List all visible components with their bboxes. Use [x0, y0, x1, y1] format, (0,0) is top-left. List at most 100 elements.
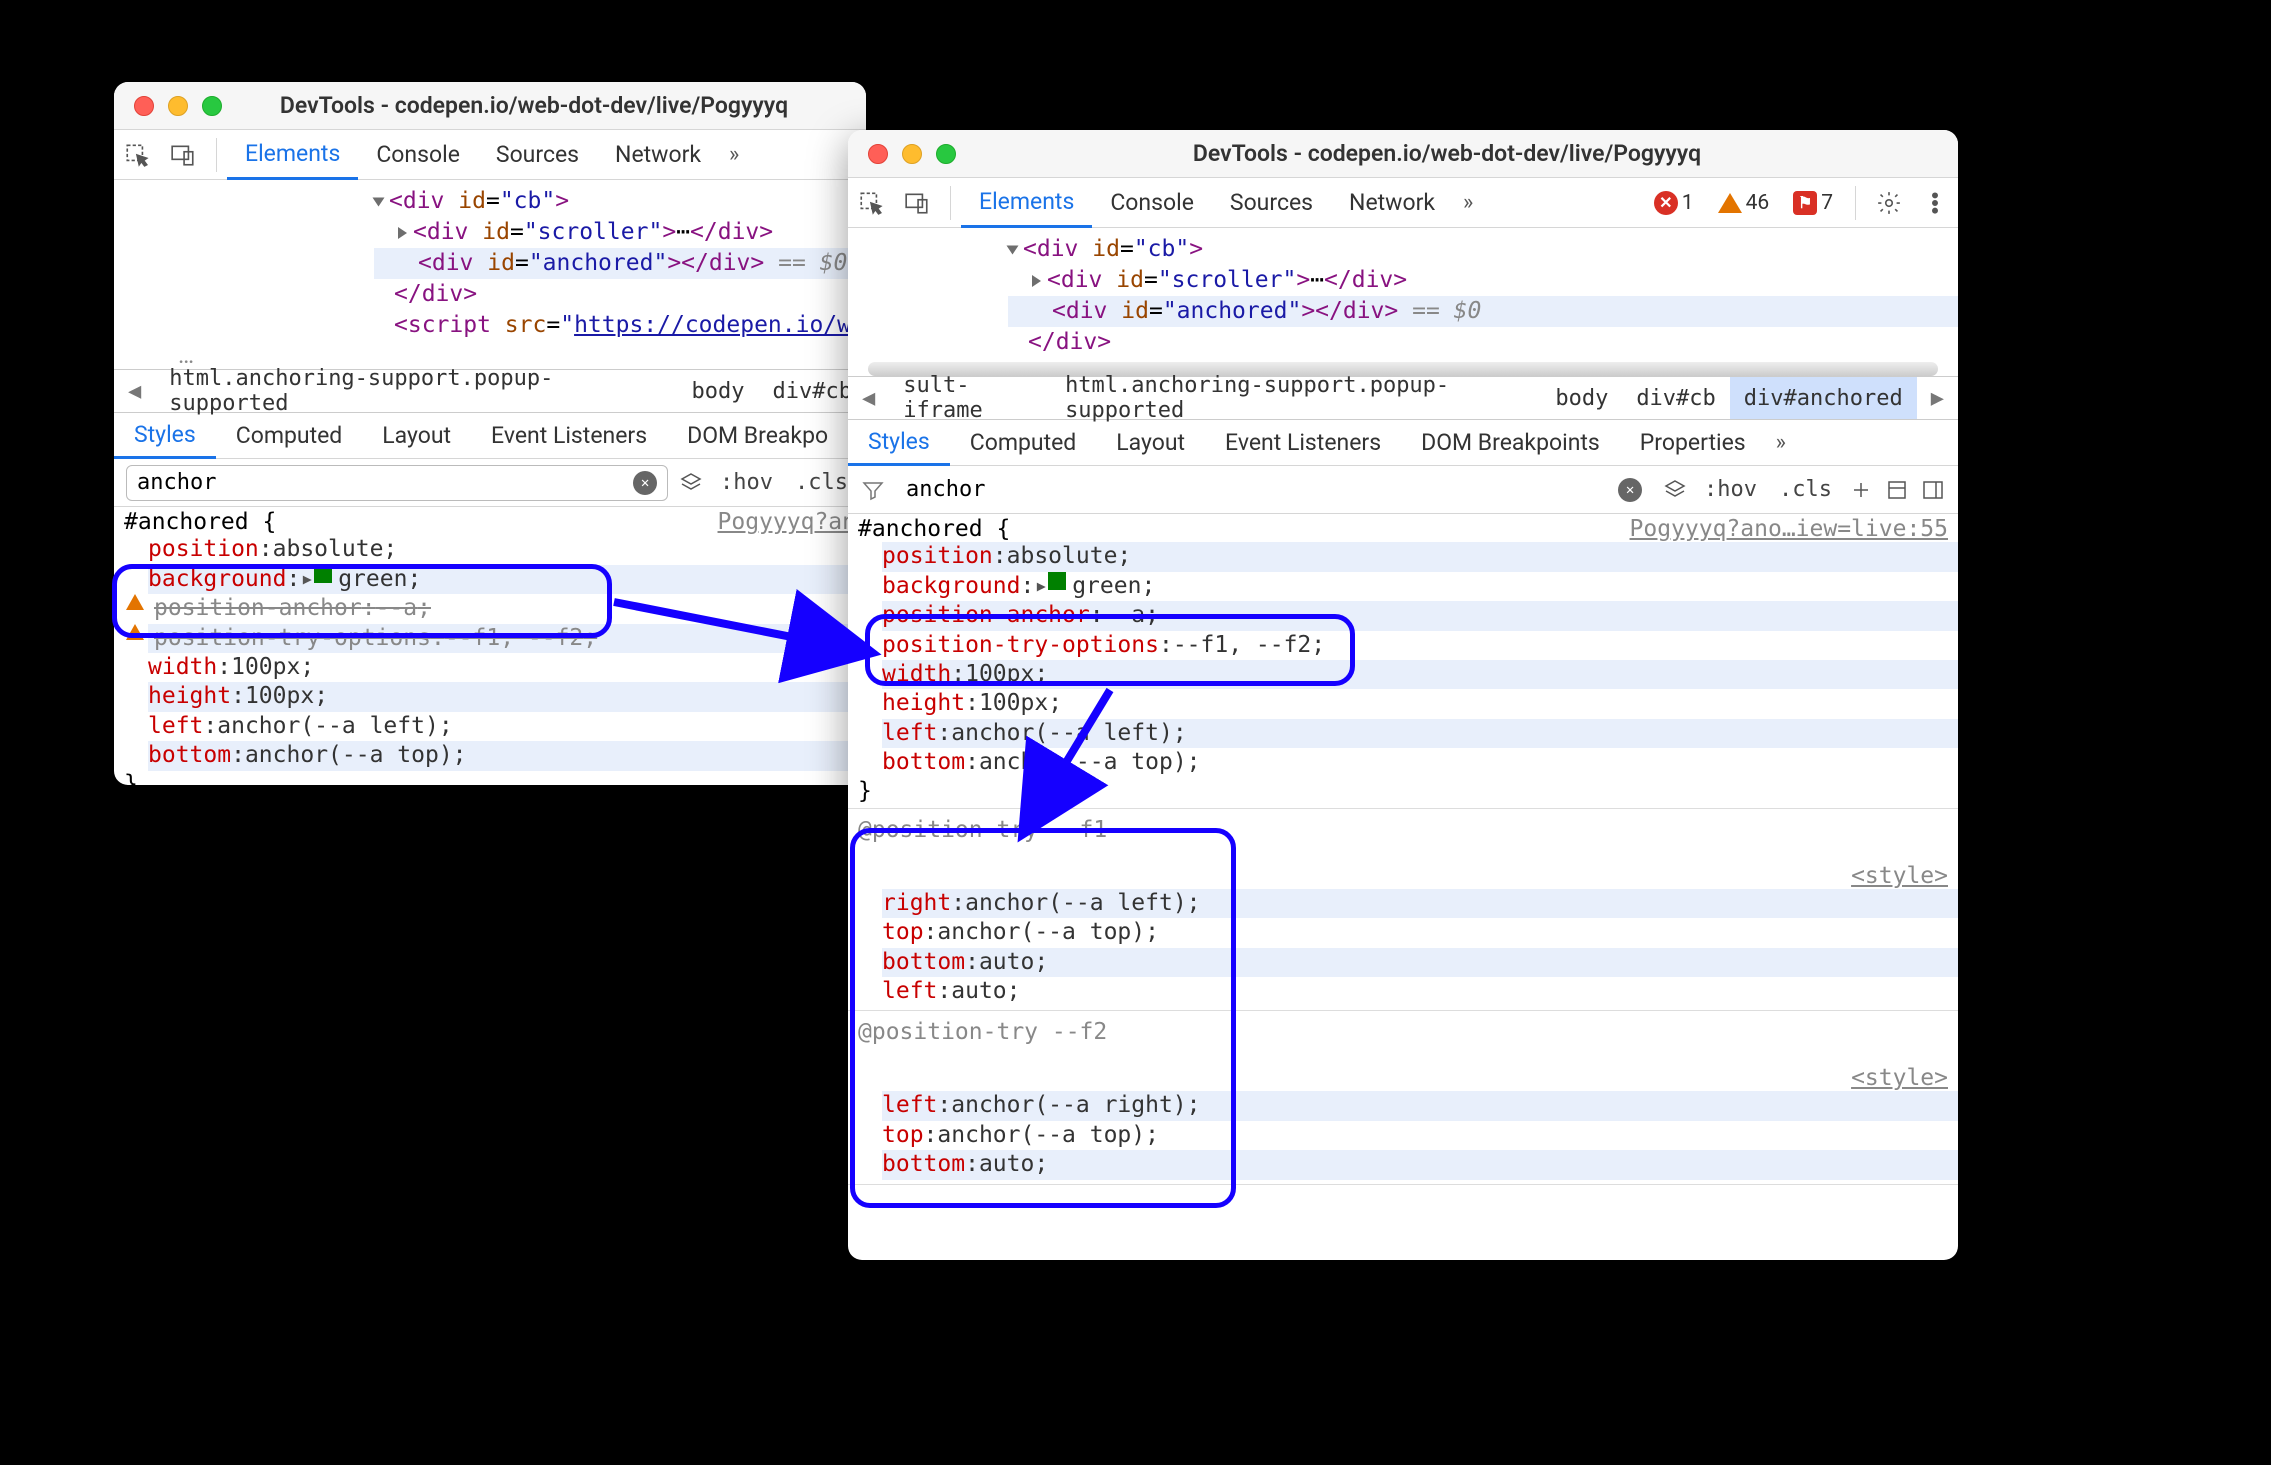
device-toggle-icon[interactable] [168, 140, 198, 170]
style-declaration[interactable]: left: anchor(--a left); [148, 712, 866, 741]
dom-tree[interactable]: <div id="cb"> <div id="scroller">⋯</div>… [114, 180, 866, 341]
subtab-properties[interactable]: Properties [1620, 420, 1766, 465]
crumb-left-icon[interactable]: ◀ [848, 386, 889, 411]
color-swatch[interactable] [314, 565, 332, 583]
tab-network[interactable]: Network [1331, 178, 1453, 227]
computed-panel-icon[interactable] [1884, 477, 1910, 503]
window-title: DevTools - codepen.io/web-dot-dev/live/P… [956, 140, 1938, 167]
style-declaration[interactable]: bottom: auto; [882, 948, 1958, 977]
kebab-icon[interactable] [1920, 188, 1950, 218]
subtab-dom-breakpoints[interactable]: DOM Breakpoints [1401, 420, 1620, 465]
layers-icon[interactable] [678, 470, 704, 496]
tab-console[interactable]: Console [358, 130, 478, 179]
clear-filter-icon[interactable]: ✕ [633, 471, 657, 495]
status-info[interactable]: ⚑7 [1781, 191, 1845, 215]
new-rule-icon[interactable] [1848, 477, 1874, 503]
layers-icon[interactable] [1662, 477, 1688, 503]
selector-label[interactable]: #anchored { [858, 516, 1010, 542]
subtab-event-listeners[interactable]: Event Listeners [1205, 420, 1401, 465]
at-rule-header[interactable]: @position-try --f2 [848, 1011, 1958, 1063]
style-tag-link[interactable]: <style> [1851, 1065, 1948, 1091]
crumb-body[interactable]: body [678, 370, 759, 412]
style-declaration[interactable]: top: anchor(--a top); [882, 918, 1958, 947]
window-title: DevTools - codepen.io/web-dot-dev/live/P… [222, 92, 846, 119]
titlebar: DevTools - codepen.io/web-dot-dev/live/P… [848, 130, 1958, 178]
gear-icon[interactable] [1874, 188, 1904, 218]
more-tabs-icon[interactable]: » [719, 142, 749, 167]
more-subtabs-icon[interactable]: » [1766, 430, 1796, 455]
tab-network[interactable]: Network [597, 130, 719, 179]
subtab-styles[interactable]: Styles [848, 421, 950, 466]
style-declaration[interactable]: width: 100px; [148, 653, 866, 682]
inspect-icon[interactable] [122, 140, 152, 170]
tab-elements[interactable]: Elements [961, 179, 1092, 228]
style-declaration[interactable]: position-try-options: --f1, --f2; [882, 631, 1958, 660]
tab-sources[interactable]: Sources [1212, 178, 1331, 227]
crumb-div-anchored[interactable]: div#anchored [1730, 377, 1917, 419]
style-declaration[interactable]: position: absolute; [148, 535, 866, 564]
at-rule-header[interactable]: @position-try --f1 [848, 809, 1958, 861]
tab-elements[interactable]: Elements [227, 131, 358, 180]
subtab-computed[interactable]: Computed [950, 420, 1097, 465]
crumb-right-icon[interactable]: ▶ [1917, 386, 1958, 411]
style-declaration[interactable]: position-try-options: --f1, --f2; [148, 624, 866, 653]
style-declaration[interactable]: position-anchor: --a; [882, 601, 1958, 630]
style-declaration[interactable]: position: absolute; [882, 542, 1958, 571]
inspect-icon[interactable] [856, 188, 886, 218]
hov-toggle[interactable]: :hov [1698, 477, 1763, 502]
maximize-icon[interactable] [936, 144, 956, 164]
crumb-html[interactable]: html.anchoring-support.popup-supported [155, 370, 677, 412]
style-tag-link[interactable]: <style> [1851, 863, 1948, 889]
tab-sources[interactable]: Sources [478, 130, 597, 179]
style-declaration[interactable]: bottom: anchor(--a top); [882, 748, 1958, 777]
subtab-styles[interactable]: Styles [114, 414, 216, 459]
tab-console[interactable]: Console [1092, 178, 1212, 227]
minimize-icon[interactable] [168, 96, 188, 116]
cls-toggle[interactable]: .cls [789, 470, 854, 495]
style-declaration[interactable]: height: 100px; [148, 682, 866, 711]
style-declaration[interactable]: width: 100px; [882, 660, 1958, 689]
style-declaration[interactable]: left: auto; [882, 977, 1958, 1006]
subtab-computed[interactable]: Computed [216, 413, 363, 458]
crumb-body[interactable]: body [1541, 377, 1622, 419]
crumb-iframe[interactable]: sult-iframe [889, 377, 1051, 419]
maximize-icon[interactable] [202, 96, 222, 116]
filter-input[interactable]: anchor ✕ [896, 472, 1652, 508]
status-errors[interactable]: ✕1 [1642, 191, 1706, 215]
more-tabs-icon[interactable]: » [1453, 190, 1483, 215]
cls-toggle[interactable]: .cls [1773, 477, 1838, 502]
style-declaration[interactable]: bottom: anchor(--a top); [148, 741, 866, 770]
style-declaration[interactable]: background: ▸ green; [882, 572, 1958, 601]
funnel-icon[interactable] [860, 477, 886, 503]
device-toggle-icon[interactable] [902, 188, 932, 218]
crumb-left-icon[interactable]: ◀ [114, 379, 155, 404]
style-declaration[interactable]: left: anchor(--a left); [882, 719, 1958, 748]
subtab-dom-breakpoints[interactable]: DOM Breakpo [667, 413, 848, 458]
clear-filter-icon[interactable]: ✕ [1618, 478, 1642, 502]
ellipsis-icon: … [114, 341, 866, 369]
crumb-html[interactable]: html.anchoring-support.popup-supported [1051, 377, 1541, 419]
style-declaration[interactable]: height: 100px; [882, 689, 1958, 718]
source-link[interactable]: Pogyyyq?an [718, 509, 856, 535]
close-icon[interactable] [868, 144, 888, 164]
crumb-div-cb[interactable]: div#cb [1622, 377, 1729, 419]
sidebar-toggle-icon[interactable] [1920, 477, 1946, 503]
filter-input[interactable]: anchor ✕ [126, 465, 668, 501]
selector-label[interactable]: #anchored { [124, 509, 276, 535]
close-icon[interactable] [134, 96, 154, 116]
style-declaration[interactable]: left: anchor(--a right); [882, 1091, 1958, 1120]
color-swatch[interactable] [1048, 572, 1066, 590]
source-link[interactable]: Pogyyyq?ano…iew=live:55 [1630, 516, 1949, 542]
style-declaration[interactable]: position-anchor: --a; [148, 594, 866, 623]
dom-tree[interactable]: <div id="cb"> <div id="scroller">⋯</div>… [848, 228, 1958, 358]
style-declaration[interactable]: right: anchor(--a left); [882, 889, 1958, 918]
style-declaration[interactable]: top: anchor(--a top); [882, 1121, 1958, 1150]
status-warnings[interactable]: 46 [1706, 191, 1782, 215]
subtab-layout[interactable]: Layout [362, 413, 471, 458]
minimize-icon[interactable] [902, 144, 922, 164]
style-declaration[interactable]: background: ▸ green; [148, 565, 866, 594]
subtab-layout[interactable]: Layout [1096, 420, 1205, 465]
subtab-event-listeners[interactable]: Event Listeners [471, 413, 667, 458]
hov-toggle[interactable]: :hov [714, 470, 779, 495]
style-declaration[interactable]: bottom: auto; [882, 1150, 1958, 1179]
